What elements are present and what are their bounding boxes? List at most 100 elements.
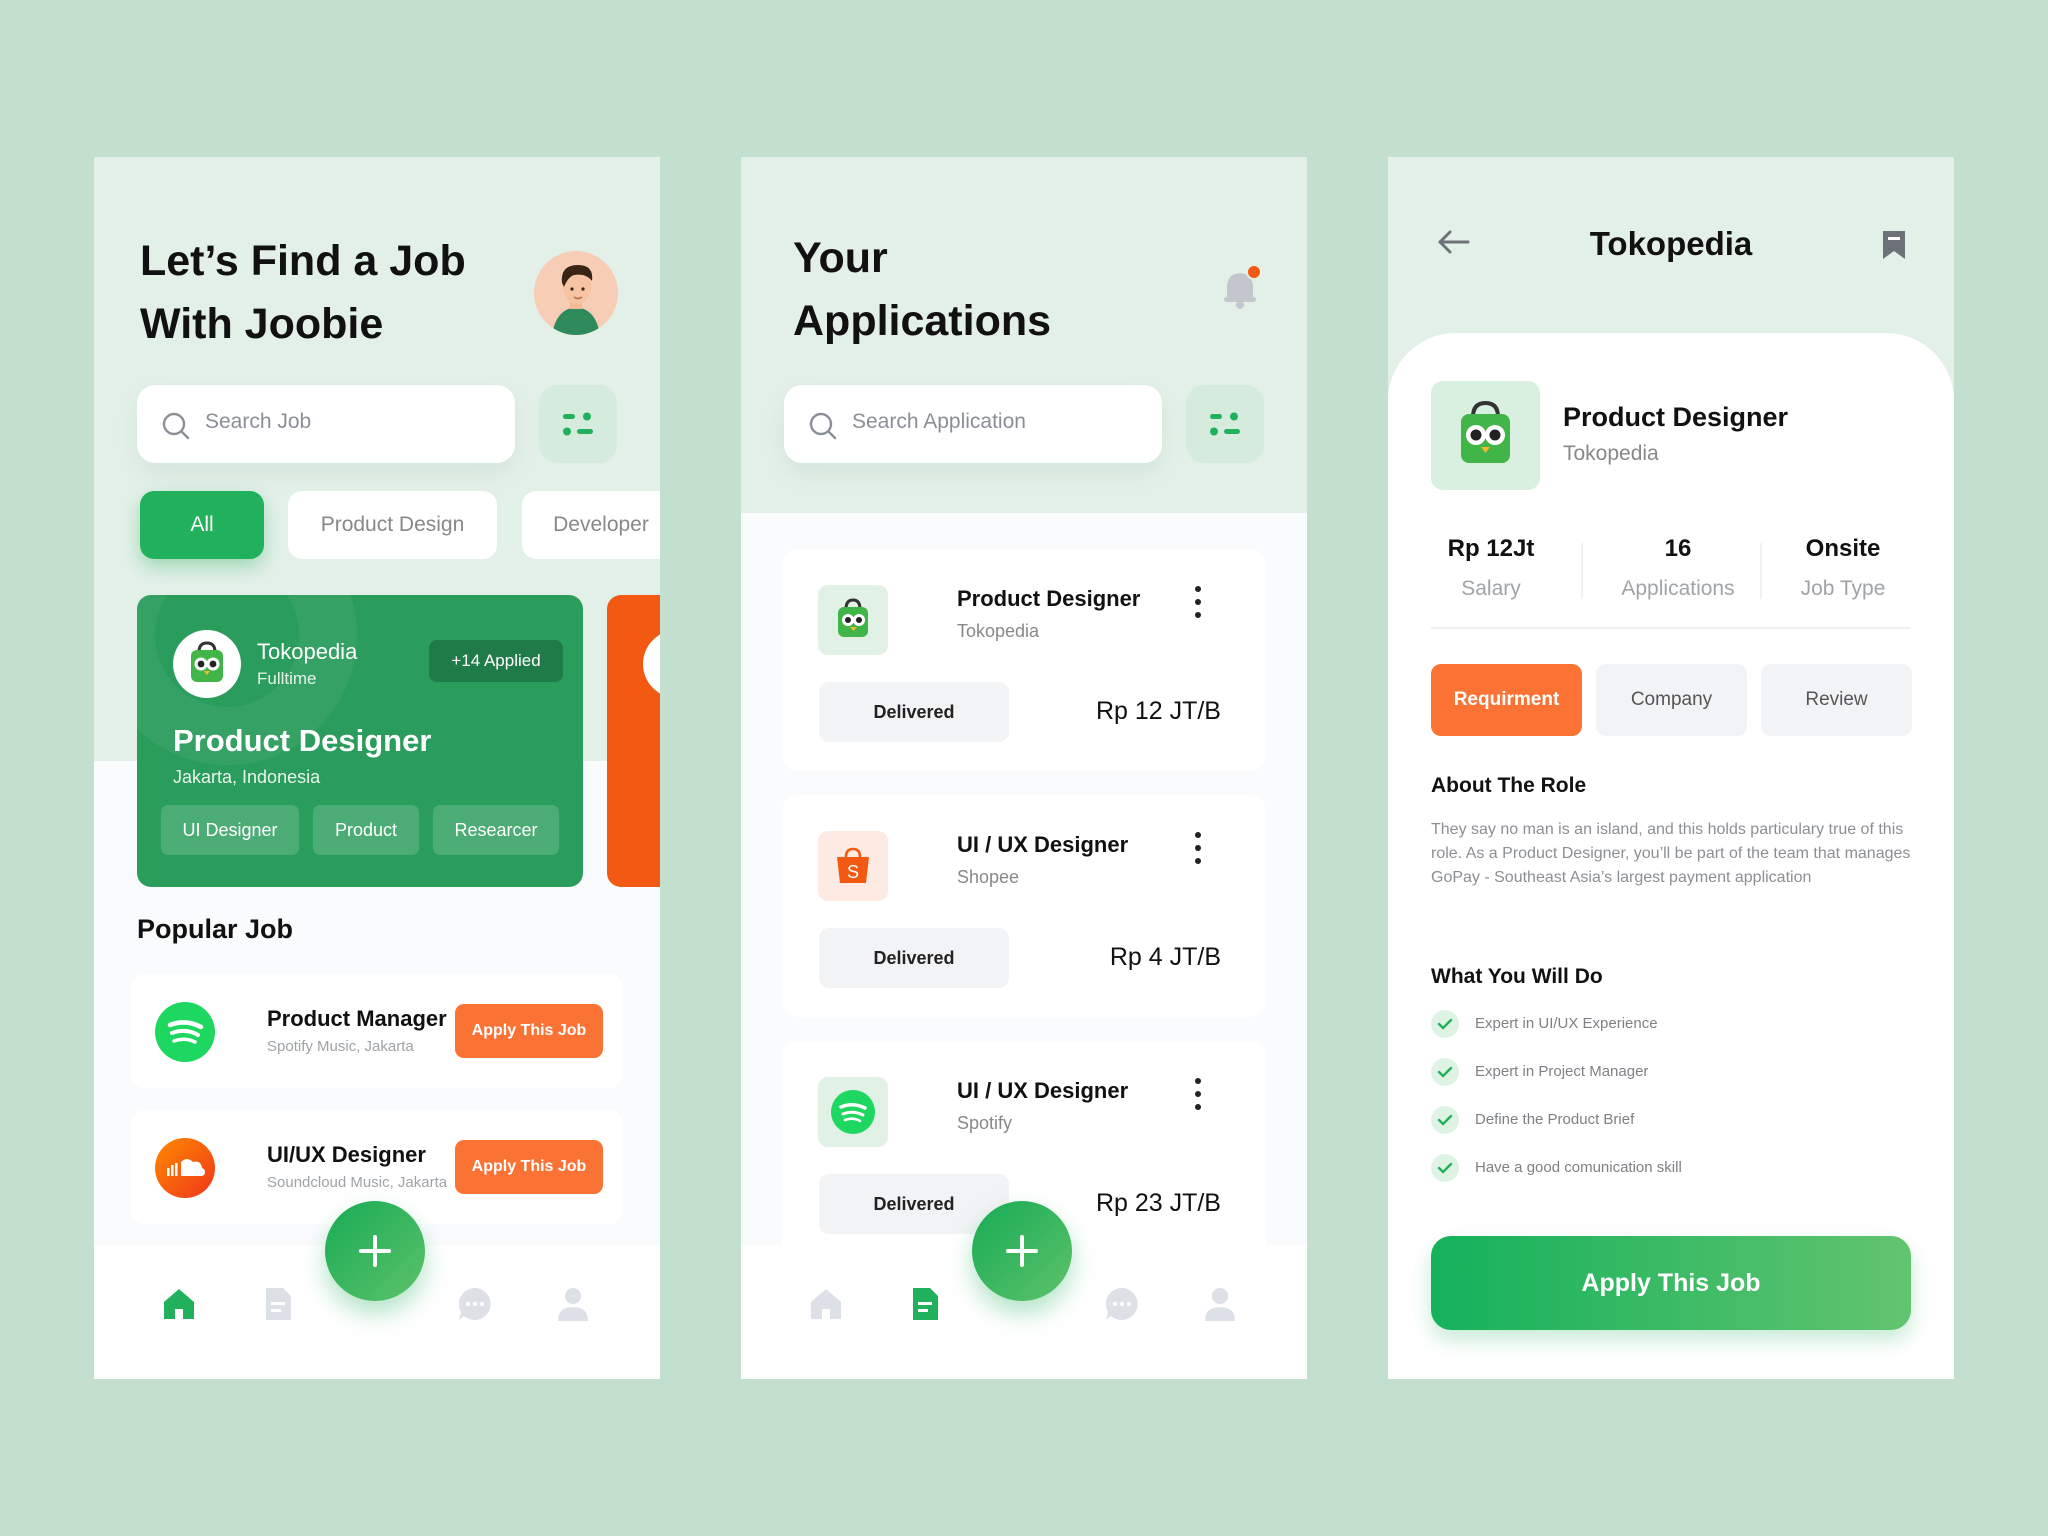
divider — [1431, 627, 1911, 629]
job-tag: Product — [313, 805, 419, 855]
featured-job-card-partial[interactable] — [607, 595, 660, 887]
check-icon — [1431, 1154, 1459, 1182]
job-detail-screen: Tokopedia Product Designer Tokopedia Rp … — [1388, 157, 1954, 1379]
shopee-logo-icon: S — [818, 831, 888, 901]
apply-job-button[interactable]: Apply This Job — [1431, 1236, 1911, 1330]
plus-icon — [359, 1235, 391, 1267]
application-company: Tokopedia — [957, 621, 1040, 641]
application-title: UI / UX Designer — [957, 832, 1129, 857]
more-options-icon[interactable] — [1194, 831, 1202, 865]
spotify-logo-icon — [155, 1002, 215, 1062]
application-card[interactable]: S UI / UX Designer Shopee Delivered Rp 4… — [782, 795, 1266, 1017]
todo-item: Expert in UI/UX Experience — [1475, 1015, 1658, 1032]
section-title: Popular Job — [137, 914, 294, 944]
svg-text:S: S — [847, 862, 859, 882]
profile-icon[interactable] — [1201, 1285, 1239, 1323]
application-title: Product Designer — [957, 586, 1141, 611]
job-title: UI/UX Designer — [267, 1142, 426, 1167]
job-company-location: Spotify Music, Jakarta — [267, 1038, 414, 1055]
todo-item: Expert in Project Manager — [1475, 1063, 1649, 1080]
stat-label: Applications — [1621, 577, 1735, 600]
add-button[interactable] — [325, 1201, 425, 1301]
about-text: They say no man is an island, and this h… — [1431, 821, 1911, 886]
search-input[interactable]: Search Job — [137, 385, 515, 463]
chip-developer[interactable]: Developer — [522, 491, 660, 559]
job-company-location: Soundcloud Music, Jakarta — [267, 1174, 448, 1191]
check-icon — [1431, 1058, 1459, 1086]
application-card[interactable]: Product Designer Tokopedia Delivered Rp … — [782, 549, 1266, 771]
avatar-illustration — [552, 265, 600, 335]
divider — [1581, 543, 1583, 599]
popular-job-card[interactable]: Product Manager Spotify Music, Jakarta A… — [131, 974, 623, 1088]
check-icon — [1431, 1106, 1459, 1134]
search-input[interactable]: Search Application — [784, 385, 1162, 463]
apply-button[interactable]: Apply This Job — [455, 1140, 603, 1194]
filter-icon — [563, 412, 593, 436]
apply-button[interactable]: Apply This Job — [455, 1004, 603, 1058]
filter-button[interactable] — [1186, 385, 1264, 463]
application-company: Spotify — [957, 1113, 1013, 1133]
home-icon[interactable] — [160, 1285, 198, 1323]
stat-job-type: Onsite Job Type — [1778, 535, 1908, 601]
application-company: Shopee — [957, 867, 1020, 887]
job-type: Fulltime — [257, 669, 317, 688]
salary: Rp 23 JT/B — [1095, 1189, 1221, 1217]
filter-icon — [1210, 412, 1240, 436]
page-title-line2: Applications — [793, 297, 1052, 345]
stat-label: Salary — [1461, 577, 1521, 600]
stat-salary: Rp 12Jt Salary — [1431, 535, 1551, 601]
salary: Rp 12 JT/B — [1095, 697, 1221, 725]
applications-screen: Your Applications Search Application Pro… — [741, 157, 1307, 1379]
company-name: Tokopedia — [257, 639, 358, 664]
document-icon[interactable] — [906, 1285, 944, 1323]
stat-value: Rp 12Jt — [1447, 535, 1535, 562]
soundcloud-logo-icon — [155, 1138, 215, 1198]
filter-button[interactable] — [539, 385, 617, 463]
add-button[interactable] — [972, 1201, 1072, 1301]
company-logo — [643, 630, 660, 698]
chat-icon[interactable] — [456, 1285, 494, 1323]
bookmark-icon[interactable] — [1881, 229, 1907, 261]
document-icon[interactable] — [259, 1285, 297, 1323]
application-title: UI / UX Designer — [957, 1078, 1129, 1103]
job-location: Jakarta, Indonesia — [173, 767, 321, 787]
job-title: Product Designer — [173, 723, 432, 758]
divider — [1760, 543, 1762, 599]
search-icon — [809, 412, 837, 440]
applied-badge: +14 Applied — [429, 640, 563, 682]
job-tag: Researcer — [433, 805, 559, 855]
stat-value: 16 — [1664, 535, 1692, 562]
chat-icon[interactable] — [1103, 1285, 1141, 1323]
job-tag: UI Designer — [161, 805, 299, 855]
salary: Rp 4 JT/B — [1109, 943, 1221, 971]
search-placeholder: Search Application — [852, 410, 1026, 433]
tokopedia-logo-icon — [1431, 381, 1540, 490]
tokopedia-logo-icon — [173, 630, 241, 698]
stat-label: Job Type — [1800, 577, 1886, 600]
more-options-icon[interactable] — [1194, 585, 1202, 619]
chip-product-design[interactable]: Product Design — [288, 491, 497, 559]
notification-bell-icon[interactable] — [1216, 263, 1266, 313]
page-title: Your — [793, 234, 888, 282]
home-screen: Let’s Find a Job With Joobie Search Job … — [94, 157, 660, 1379]
tab-company[interactable]: Company — [1596, 664, 1747, 736]
chip-all[interactable]: All — [140, 491, 264, 559]
stat-applications: 16 Applications — [1598, 535, 1758, 601]
status-badge: Delivered — [819, 682, 1009, 742]
avatar[interactable] — [534, 251, 618, 335]
job-title: Product Designer — [1563, 402, 1789, 432]
status-badge: Delivered — [819, 928, 1009, 988]
company-name: Tokopedia — [1563, 442, 1659, 465]
featured-job-card[interactable]: Tokopedia Fulltime +14 Applied Product D… — [137, 595, 583, 887]
more-options-icon[interactable] — [1194, 1077, 1202, 1111]
search-placeholder: Search Job — [205, 410, 312, 433]
plus-icon — [1006, 1235, 1038, 1267]
home-icon[interactable] — [807, 1285, 845, 1323]
tab-requirement[interactable]: Requirment — [1431, 664, 1582, 736]
profile-icon[interactable] — [554, 1285, 592, 1323]
todo-item: Have a good comunication skill — [1475, 1159, 1682, 1176]
check-icon — [1431, 1010, 1459, 1038]
todo-item: Define the Product Brief — [1475, 1111, 1635, 1128]
tab-review[interactable]: Review — [1761, 664, 1912, 736]
todo-heading: What You Will Do — [1431, 965, 1603, 988]
